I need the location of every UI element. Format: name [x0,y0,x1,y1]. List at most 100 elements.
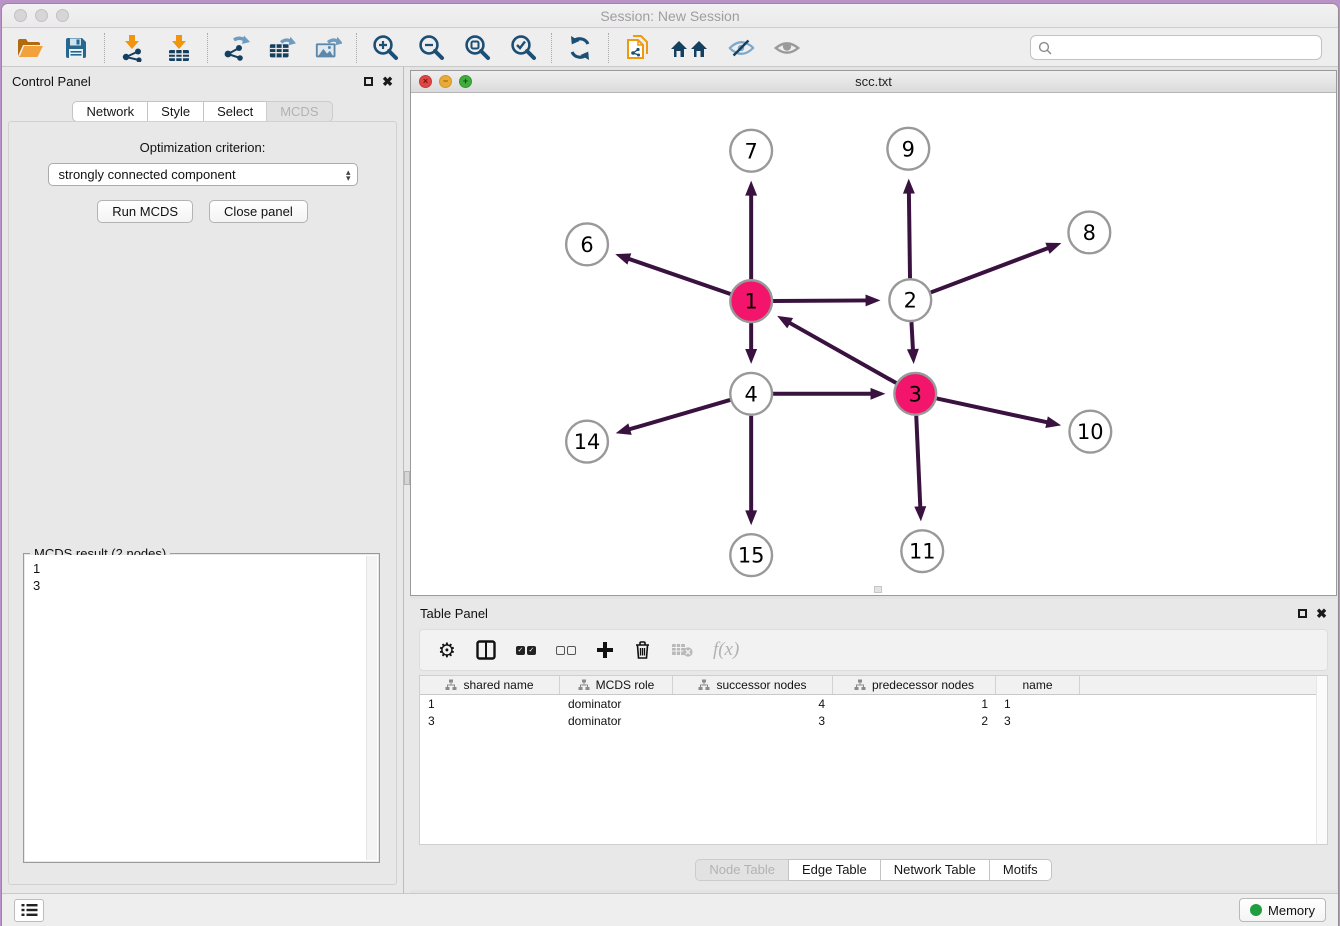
optimization-criterion-select[interactable]: strongly connected component ▴▾ [48,163,358,186]
column-header-shared-name[interactable]: shared name [420,676,560,694]
result-scrollbar[interactable] [366,556,377,860]
search-icon [1038,41,1052,55]
tab-mcds[interactable]: MCDS [266,101,332,122]
mcds-result-list[interactable]: 1 3 [25,555,378,861]
export-network-icon[interactable] [222,34,250,62]
status-bar: Memory [2,893,1338,926]
memory-button[interactable]: Memory [1239,898,1326,922]
graph-edge-4-14[interactable] [628,400,730,430]
function-builder-icon[interactable]: f(x) [713,639,739,661]
search-input[interactable] [1057,40,1314,55]
export-table-icon[interactable] [268,34,296,62]
column-label: MCDS role [596,678,655,692]
graph-edge-2-9[interactable] [909,192,910,279]
network-maximize-icon[interactable]: + [459,75,472,88]
export-image-icon[interactable] [314,34,342,62]
mcds-result-line: 1 [33,560,378,577]
graph-edge-2-8[interactable] [931,248,1050,293]
save-session-icon[interactable] [62,34,90,62]
column-label: predecessor nodes [872,678,974,692]
graph-node-label: 6 [580,233,593,257]
close-panel-icon[interactable]: ✖ [382,75,393,88]
show-panels-icon[interactable] [773,34,801,62]
clone-network-icon[interactable] [623,34,651,62]
zoom-selected-icon[interactable] [509,34,537,62]
graph-edge-arrowhead [871,388,886,400]
close-panel-button[interactable]: Close panel [209,200,308,223]
zoom-fit-icon[interactable] [463,34,491,62]
close-table-panel-icon[interactable]: ✖ [1316,607,1327,620]
search-field[interactable] [1030,35,1322,60]
table-row[interactable]: 1 dominator 4 1 1 [420,695,1327,712]
open-session-icon[interactable] [16,34,44,62]
optimization-criterion-label: Optimization criterion: [9,140,396,155]
graph-edge-arrowhead [777,316,793,329]
tab-motifs[interactable]: Motifs [989,859,1052,881]
node-table: shared name MCDS role successor nodes pr… [419,675,1328,845]
tab-edge-table[interactable]: Edge Table [788,859,881,881]
main-toolbar [2,29,1338,67]
hide-panels-icon[interactable] [727,34,755,62]
add-column-icon[interactable] [596,641,614,659]
tab-select[interactable]: Select [203,101,267,122]
graph-edge-3-11[interactable] [916,416,920,509]
graph-edge-1-2[interactable] [773,300,867,301]
control-panel: Control Panel ✖ Network Style Select MCD… [2,67,403,893]
table-header-row: shared name MCDS role successor nodes pr… [420,676,1327,695]
cell-shared-name: 1 [420,697,560,711]
float-panel-icon[interactable] [364,77,373,86]
main-titlebar: Session: New Session [2,4,1338,28]
deselect-all-columns-icon[interactable] [556,646,576,655]
graph-edge-1-6[interactable] [627,258,730,294]
column-type-icon [854,679,866,691]
graph-node-label: 8 [1083,221,1096,245]
graph-edge-arrowhead [866,294,881,306]
select-all-columns-icon[interactable]: ✓✓ [516,646,536,655]
cell-name: 3 [996,714,1080,728]
graph-edge-2-3[interactable] [911,322,913,351]
cell-successor-nodes: 3 [673,714,833,728]
network-canvas[interactable]: 7968124314101511 [411,93,1336,595]
graph-node-label: 9 [902,137,915,161]
graph-node-label: 14 [574,430,601,454]
network-resize-grip[interactable] [874,586,882,593]
graph-node-label: 7 [745,139,758,163]
task-history-button[interactable] [14,899,44,922]
column-header-successor-nodes[interactable]: successor nodes [673,676,833,694]
network-window-titlebar[interactable]: × − + scc.txt [411,71,1336,93]
vertical-splitter[interactable] [403,67,410,893]
table-settings-icon[interactable]: ⚙ [438,638,456,662]
refresh-view-icon[interactable] [566,34,594,62]
import-network-icon[interactable] [119,34,147,62]
column-header-mcds-role[interactable]: MCDS role [560,676,673,694]
task-list-icon [21,903,38,917]
table-row[interactable]: 3 dominator 3 2 3 [420,712,1327,729]
graph-edge-3-10[interactable] [937,398,1049,422]
table-scrollbar[interactable] [1316,676,1327,844]
network-window-title: scc.txt [411,74,1336,89]
tab-node-table[interactable]: Node Table [695,859,789,881]
tab-style[interactable]: Style [147,101,204,122]
graph-edge-3-1[interactable] [788,322,896,383]
tab-network-table[interactable]: Network Table [880,859,990,881]
run-mcds-button[interactable]: Run MCDS [97,200,193,223]
split-table-icon[interactable] [476,640,496,660]
graph-edge-arrowhead [615,253,631,264]
delete-table-icon[interactable] [671,642,693,658]
zoom-in-icon[interactable] [371,34,399,62]
cell-shared-name: 3 [420,714,560,728]
tab-network[interactable]: Network [72,101,148,122]
network-close-icon[interactable]: × [419,75,432,88]
control-panel-tabs: Network Style Select MCDS [2,101,403,122]
column-header-predecessor-nodes[interactable]: predecessor nodes [833,676,996,694]
delete-column-icon[interactable] [634,640,651,660]
mcds-app-icon[interactable] [669,34,709,62]
float-table-panel-icon[interactable] [1298,609,1307,618]
application-window: Session: New Session [1,3,1339,926]
network-minimize-icon[interactable]: − [439,75,452,88]
cell-predecessor-nodes: 2 [833,714,996,728]
column-header-name[interactable]: name [996,676,1080,694]
cell-predecessor-nodes: 1 [833,697,996,711]
import-table-icon[interactable] [165,34,193,62]
zoom-out-icon[interactable] [417,34,445,62]
